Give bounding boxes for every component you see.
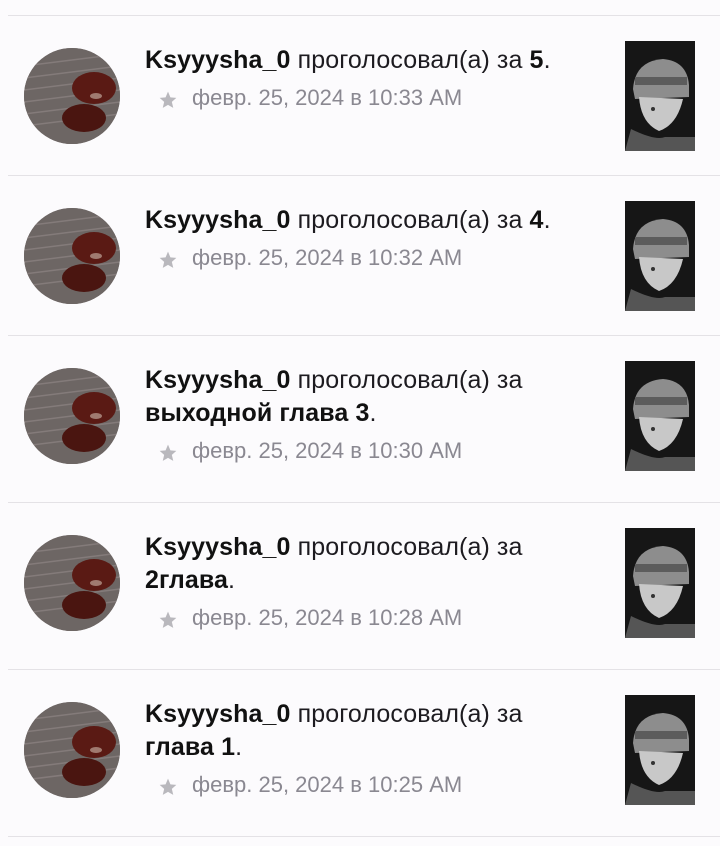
activity-meta: февр. 25, 2024 в 10:32 AM xyxy=(158,243,605,273)
chapter-link[interactable]: 4 xyxy=(530,206,544,234)
activity-meta: февр. 25, 2024 в 10:30 AM xyxy=(158,436,605,466)
activity-meta: февр. 25, 2024 в 10:28 AM xyxy=(158,603,605,633)
activity-text: Ksyyysha_0 проголосовал(а) за выходной г… xyxy=(145,364,605,430)
star-icon xyxy=(159,444,177,461)
suffix-text: . xyxy=(235,733,243,761)
star-icon xyxy=(159,91,177,108)
chapter-link[interactable]: выходной глава 3 xyxy=(145,399,369,427)
activity-content: Ksyyysha_0 проголосовал(а) за 5. февр. 2… xyxy=(145,44,605,113)
activity-text: Ksyyysha_0 проголосовал(а) за 5. xyxy=(145,44,605,77)
suffix-text: . xyxy=(543,206,551,234)
activity-content: Ksyyysha_0 проголосовал(а) за 4. февр. 2… xyxy=(145,204,605,273)
timestamp: февр. 25, 2024 в 10:30 AM xyxy=(192,438,463,463)
activity-item[interactable]: Ksyyysha_0 проголосовал(а) за глава 1. ф… xyxy=(0,670,720,836)
star-icon xyxy=(159,251,177,268)
divider xyxy=(8,836,720,837)
story-cover[interactable] xyxy=(625,201,695,311)
activity-text: Ksyyysha_0 проголосовал(а) за 4. xyxy=(145,204,605,237)
activity-item[interactable]: Ksyyysha_0 проголосовал(а) за 5. февр. 2… xyxy=(0,16,720,175)
star-icon xyxy=(159,778,177,795)
username-link[interactable]: Ksyyysha_0 xyxy=(145,46,291,74)
user-avatar[interactable] xyxy=(24,702,120,798)
activity-feed: Ksyyysha_0 проголосовал(а) за 5. февр. 2… xyxy=(0,0,720,846)
timestamp: февр. 25, 2024 в 10:28 AM xyxy=(192,605,463,630)
action-text: проголосовал(а) за xyxy=(290,533,523,561)
timestamp: февр. 25, 2024 в 10:25 AM xyxy=(192,772,463,797)
chapter-link[interactable]: глава 1 xyxy=(145,733,235,761)
chapter-link[interactable]: 5 xyxy=(530,46,544,74)
activity-content: Ksyyysha_0 проголосовал(а) за глава 1. ф… xyxy=(145,698,605,800)
suffix-text: . xyxy=(369,399,377,427)
activity-text: Ksyyysha_0 проголосовал(а) за глава 1. xyxy=(145,698,605,764)
user-avatar[interactable] xyxy=(24,535,120,631)
activity-content: Ksyyysha_0 проголосовал(а) за выходной г… xyxy=(145,364,605,466)
story-cover[interactable] xyxy=(625,41,695,151)
story-cover[interactable] xyxy=(625,695,695,805)
action-text: проголосовал(а) за xyxy=(290,206,530,234)
username-link[interactable]: Ksyyysha_0 xyxy=(145,206,291,234)
activity-text: Ksyyysha_0 проголосовал(а) за 2глава. xyxy=(145,531,605,597)
story-cover[interactable] xyxy=(625,528,695,638)
username-link[interactable]: Ksyyysha_0 xyxy=(145,700,291,728)
suffix-text: . xyxy=(543,46,551,74)
timestamp: февр. 25, 2024 в 10:33 AM xyxy=(192,85,463,110)
action-text: проголосовал(а) за xyxy=(290,366,523,394)
activity-item[interactable]: Ksyyysha_0 проголосовал(а) за 2глава. фе… xyxy=(0,503,720,669)
username-link[interactable]: Ksyyysha_0 xyxy=(145,533,291,561)
chapter-link[interactable]: 2глава xyxy=(145,566,228,594)
star-icon xyxy=(159,611,177,628)
user-avatar[interactable] xyxy=(24,208,120,304)
activity-item[interactable]: Ksyyysha_0 проголосовал(а) за выходной г… xyxy=(0,336,720,502)
activity-content: Ksyyysha_0 проголосовал(а) за 2глава. фе… xyxy=(145,531,605,633)
activity-item[interactable]: Ksyyysha_0 проголосовал(а) за 4. февр. 2… xyxy=(0,176,720,335)
action-text: проголосовал(а) за xyxy=(290,46,530,74)
activity-meta: февр. 25, 2024 в 10:33 AM xyxy=(158,83,605,113)
story-cover[interactable] xyxy=(625,361,695,471)
user-avatar[interactable] xyxy=(24,48,120,144)
action-text: проголосовал(а) за xyxy=(290,700,523,728)
username-link[interactable]: Ksyyysha_0 xyxy=(145,366,291,394)
suffix-text: . xyxy=(228,566,236,594)
user-avatar[interactable] xyxy=(24,368,120,464)
activity-meta: февр. 25, 2024 в 10:25 AM xyxy=(158,770,605,800)
timestamp: февр. 25, 2024 в 10:32 AM xyxy=(192,245,463,270)
